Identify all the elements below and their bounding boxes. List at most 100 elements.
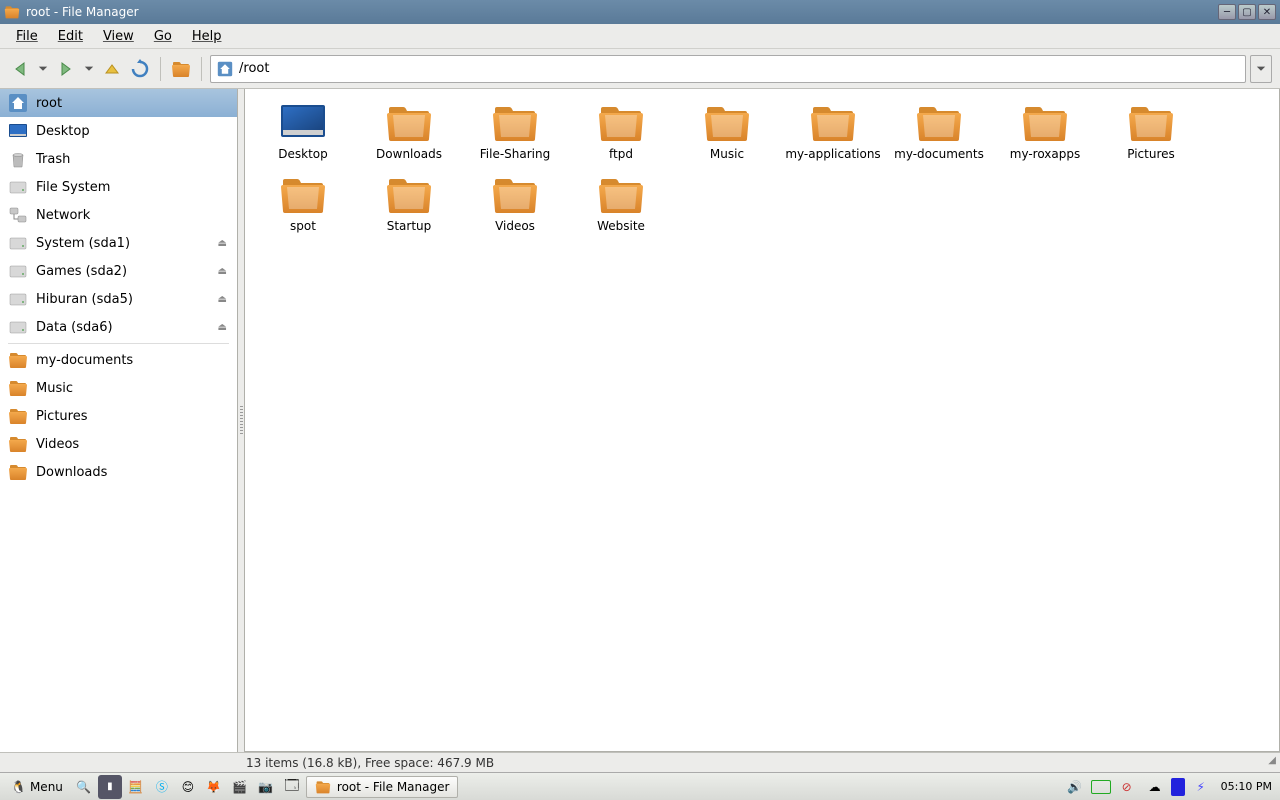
tray-network-icon[interactable]: ☁	[1143, 775, 1167, 799]
launcher-skype-icon[interactable]: Ⓢ	[150, 775, 174, 799]
sidebar-shortcut-music[interactable]: Music	[0, 374, 237, 402]
toolbar: /root	[0, 49, 1280, 89]
folder-icon	[8, 406, 28, 426]
launcher-search-icon[interactable]: 🔍	[72, 775, 96, 799]
start-menu-button[interactable]: 🐧 Menu	[4, 775, 70, 799]
sidebar-shortcut-pictures[interactable]: Pictures	[0, 402, 237, 430]
launcher-firefox-icon[interactable]: 🦊	[202, 775, 226, 799]
file-label: my-roxapps	[1010, 147, 1081, 161]
tray-power-icon[interactable]: ⚡	[1189, 775, 1213, 799]
sidebar-item-label: Games (sda2)	[36, 264, 127, 279]
file-label: Videos	[495, 219, 535, 233]
sidebar-shortcut-videos[interactable]: Videos	[0, 430, 237, 458]
taskbar: 🐧 Menu 🔍 ▮ 🧮 Ⓢ 😊 🦊 🎬 📷 🗔 root - File Man…	[0, 772, 1280, 800]
location-icon	[217, 61, 233, 77]
location-dropdown[interactable]	[1250, 55, 1272, 83]
menubar: File Edit View Go Help	[0, 24, 1280, 49]
minimize-button[interactable]: ─	[1218, 4, 1236, 20]
up-button[interactable]	[100, 57, 124, 81]
file-item-ftpd[interactable]: ftpd	[583, 101, 659, 161]
launcher-smiley-icon[interactable]: 😊	[176, 775, 200, 799]
file-item-downloads[interactable]: Downloads	[371, 101, 447, 161]
file-item-pictures[interactable]: Pictures	[1113, 101, 1189, 161]
back-button[interactable]	[8, 57, 32, 81]
statusbar: 13 items (16.8 kB), Free space: 467.9 MB…	[0, 752, 1280, 772]
trash-icon	[8, 149, 28, 169]
menu-edit[interactable]: Edit	[50, 27, 91, 46]
disk-icon	[8, 261, 28, 281]
disk-icon	[8, 317, 28, 337]
show-desktop-icon[interactable]: 🗔	[280, 775, 304, 799]
tray-volume-icon[interactable]: 🔊	[1063, 775, 1087, 799]
sidebar-item-label: Data (sda6)	[36, 320, 113, 335]
sidebar-item-label: my-documents	[36, 353, 133, 368]
launcher-calculator-icon[interactable]: 🧮	[124, 775, 148, 799]
file-item-videos[interactable]: Videos	[477, 173, 553, 233]
tray-blocked-icon[interactable]: ⊘	[1115, 775, 1139, 799]
sidebar-shortcut-mydocs[interactable]: my-documents	[0, 346, 237, 374]
sidebar-shortcut-downloads[interactable]: Downloads	[0, 458, 237, 486]
sidebar-item-hiburan[interactable]: Hiburan (sda5) ⏏	[0, 285, 237, 313]
sidebar-item-data[interactable]: Data (sda6) ⏏	[0, 313, 237, 341]
start-menu-label: Menu	[30, 780, 63, 794]
back-history-dropdown[interactable]	[36, 57, 50, 81]
tray-battery-icon[interactable]	[1091, 780, 1111, 794]
maximize-button[interactable]: ▢	[1238, 4, 1256, 20]
desktop-icon	[279, 101, 327, 143]
file-item-spot[interactable]: spot	[265, 173, 341, 233]
tray-disk-icon[interactable]	[1171, 778, 1185, 796]
eject-icon[interactable]: ⏏	[218, 322, 227, 333]
file-label: Downloads	[376, 147, 442, 161]
refresh-button[interactable]	[128, 57, 152, 81]
launcher-terminal-icon[interactable]: ▮	[98, 775, 122, 799]
taskbar-task-filemanager[interactable]: root - File Manager	[306, 776, 459, 798]
file-item-desktop[interactable]: Desktop	[265, 101, 341, 161]
sidebar-item-root[interactable]: root	[0, 89, 237, 117]
file-item-roxapps[interactable]: my-roxapps	[1007, 101, 1083, 161]
folder-icon	[491, 173, 539, 215]
file-item-myapps[interactable]: my-applications	[795, 101, 871, 161]
folder-icon	[8, 462, 28, 482]
location-bar[interactable]: /root	[210, 55, 1246, 83]
file-item-website[interactable]: Website	[583, 173, 659, 233]
sidebar-item-label: File System	[36, 180, 110, 195]
sidebar-item-network[interactable]: Network	[0, 201, 237, 229]
folder-icon	[279, 173, 327, 215]
eject-icon[interactable]: ⏏	[218, 294, 227, 305]
window-icon	[4, 4, 20, 20]
launcher-video-icon[interactable]: 🎬	[228, 775, 252, 799]
file-item-music[interactable]: Music	[689, 101, 765, 161]
sidebar-item-label: Music	[36, 381, 73, 396]
sidebar-item-label: Network	[36, 208, 90, 223]
home-button[interactable]	[169, 57, 193, 81]
menu-view[interactable]: View	[95, 27, 142, 46]
close-button[interactable]: ✕	[1258, 4, 1276, 20]
forward-button[interactable]	[54, 57, 78, 81]
forward-history-dropdown[interactable]	[82, 57, 96, 81]
menu-go[interactable]: Go	[146, 27, 180, 46]
folder-icon	[597, 101, 645, 143]
resize-grip[interactable]: ◢	[1268, 755, 1276, 766]
menu-help[interactable]: Help	[184, 27, 230, 46]
file-item-filesharing[interactable]: File-Sharing	[477, 101, 553, 161]
launcher-camera-icon[interactable]: 📷	[254, 775, 278, 799]
file-label: Startup	[387, 219, 432, 233]
folder-icon	[703, 101, 751, 143]
eject-icon[interactable]: ⏏	[218, 238, 227, 249]
sidebar-item-system[interactable]: System (sda1)⏏	[0, 229, 237, 257]
sidebar-item-label: Pictures	[36, 409, 87, 424]
sidebar-item-games[interactable]: Games (sda2) ⏏	[0, 257, 237, 285]
file-label: spot	[290, 219, 316, 233]
menu-file[interactable]: File	[8, 27, 46, 46]
eject-icon[interactable]: ⏏	[218, 266, 227, 277]
folder-icon	[385, 101, 433, 143]
content-pane[interactable]: Desktop Downloads File-Sharing ftpd Music my-…	[244, 89, 1280, 752]
file-item-mydocs[interactable]: my-documents	[901, 101, 977, 161]
file-item-startup[interactable]: Startup	[371, 173, 447, 233]
sidebar-item-trash[interactable]: Trash	[0, 145, 237, 173]
sidebar-item-desktop[interactable]: Desktop	[0, 117, 237, 145]
tray-clock[interactable]: 05:10 PM	[1217, 780, 1276, 793]
network-icon	[8, 205, 28, 225]
sidebar-item-label: Hiburan (sda5)	[36, 292, 133, 307]
sidebar-item-filesystem[interactable]: File System	[0, 173, 237, 201]
